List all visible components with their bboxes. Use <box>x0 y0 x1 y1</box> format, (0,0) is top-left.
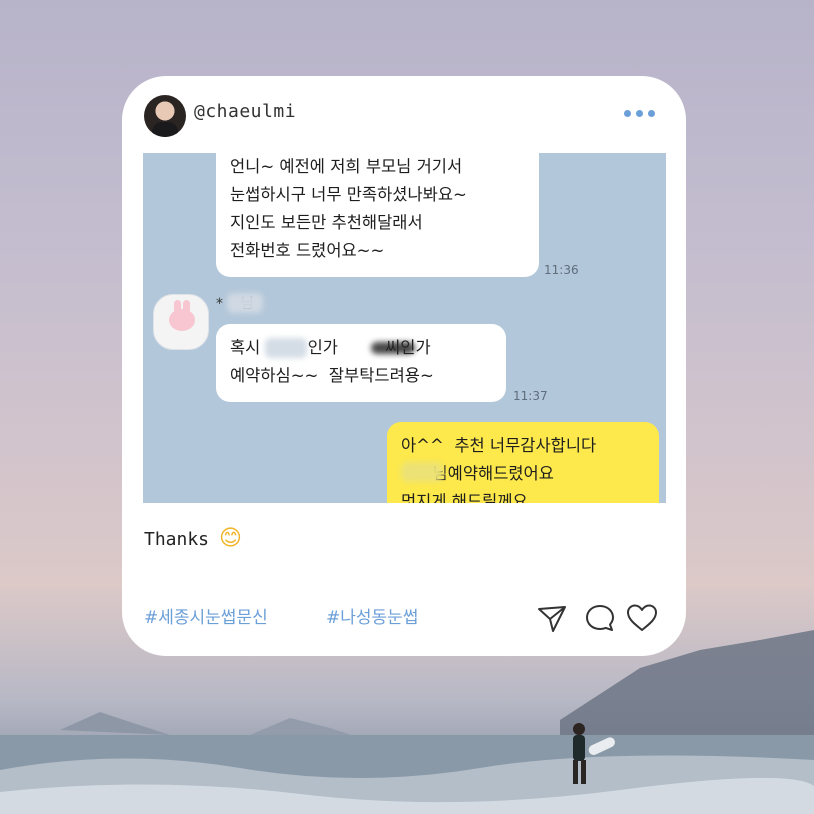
smile-emoji-icon: 😊 <box>219 526 242 551</box>
caption-text: Thanks <box>144 529 210 550</box>
more-dots-icon <box>648 110 655 117</box>
chat-screenshot: 언니~ 예전에 저희 부모님 거기서 눈썹하시구 너무 만족하셨나봐요~ 지인도… <box>143 153 666 503</box>
more-options-button[interactable] <box>624 110 664 122</box>
redacted-name <box>401 462 443 482</box>
more-dots-icon <box>636 110 643 117</box>
comment-icon <box>586 605 614 631</box>
chat-profile-picture <box>153 294 209 350</box>
avatar[interactable] <box>144 95 186 137</box>
heart-icon <box>627 604 657 631</box>
more-dots-icon <box>624 110 631 117</box>
like-button[interactable] <box>625 601 659 635</box>
bunny-icon <box>169 300 195 331</box>
hashtag-link[interactable]: #나성동눈썹 <box>326 603 418 628</box>
redacted-name <box>371 342 415 354</box>
post-caption: Thanks 😊 <box>144 526 242 551</box>
chat-bubble-received: 혹시 인가 씨인가 예약하심~~ 잘부탁드려용~ <box>216 324 506 402</box>
post-card: @chaeulmi 언니~ 예전에 저희 부모님 거기서 눈썹하시구 너무 만족… <box>122 76 686 656</box>
post-username[interactable]: @chaeulmi <box>194 101 296 122</box>
hashtag-link[interactable]: #세종시눈썹문신 <box>144 603 268 628</box>
redacted-name <box>265 338 307 358</box>
share-button[interactable] <box>535 601 569 635</box>
chat-timestamp: 11:36 <box>544 263 579 277</box>
comment-button[interactable] <box>583 601 617 635</box>
send-icon <box>538 606 566 632</box>
redacted-name <box>227 293 263 313</box>
chat-bubble-received: 언니~ 예전에 저희 부모님 거기서 눈썹하시구 너무 만족하셨나봐요~ 지인도… <box>216 153 539 277</box>
chat-timestamp: 11:37 <box>513 389 548 403</box>
